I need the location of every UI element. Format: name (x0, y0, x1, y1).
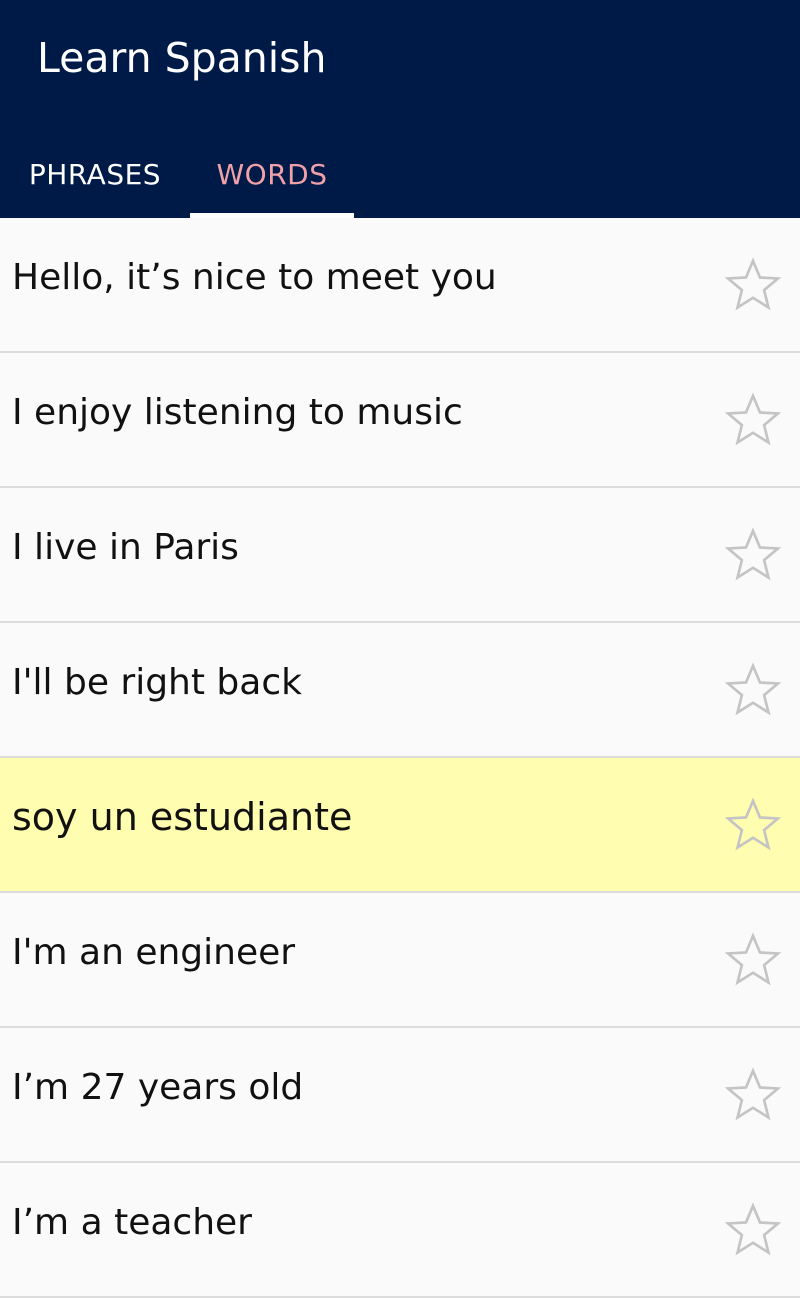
list-item[interactable]: I'll be right back (0, 623, 800, 758)
tab-bar: PHRASES WORDS (0, 130, 800, 218)
phrase-list: Hello, it’s nice to meet you I enjoy lis… (0, 218, 800, 1298)
list-item-text: I enjoy listening to music (12, 391, 463, 433)
list-item[interactable]: I live in Paris (0, 488, 800, 623)
list-item[interactable]: Hello, it’s nice to meet you (0, 218, 800, 353)
app-title: Learn Spanish (37, 34, 327, 82)
star-outline-icon[interactable] (724, 256, 782, 314)
list-item[interactable]: I'm an engineer (0, 893, 800, 1028)
star-outline-icon[interactable] (724, 796, 782, 854)
list-item-text: I'm an engineer (12, 931, 296, 973)
star-outline-icon[interactable] (724, 526, 782, 584)
tab-phrases[interactable]: PHRASES (0, 130, 190, 218)
tab-words-label: WORDS (216, 157, 328, 191)
star-outline-icon[interactable] (724, 661, 782, 719)
list-item-text: I’m 27 years old (12, 1066, 304, 1108)
list-item-text: I'll be right back (12, 661, 302, 703)
star-outline-icon[interactable] (724, 931, 782, 989)
list-item[interactable]: I’m 27 years old (0, 1028, 800, 1163)
star-outline-icon[interactable] (724, 391, 782, 449)
star-outline-icon[interactable] (724, 1201, 782, 1259)
list-item-text: soy un estudiante (12, 795, 353, 839)
app-bar: Learn Spanish PHRASES WORDS (0, 0, 800, 218)
list-item[interactable]: I enjoy listening to music (0, 353, 800, 488)
list-item[interactable]: I’m a teacher (0, 1163, 800, 1298)
list-item-text: I’m a teacher (12, 1201, 252, 1243)
list-item-text: I live in Paris (12, 526, 239, 568)
list-item-highlighted[interactable]: soy un estudiante (0, 758, 800, 893)
list-item-text: Hello, it’s nice to meet you (12, 256, 497, 298)
star-outline-icon[interactable] (724, 1066, 782, 1124)
tab-words[interactable]: WORDS (190, 130, 354, 218)
tab-phrases-label: PHRASES (28, 157, 162, 191)
